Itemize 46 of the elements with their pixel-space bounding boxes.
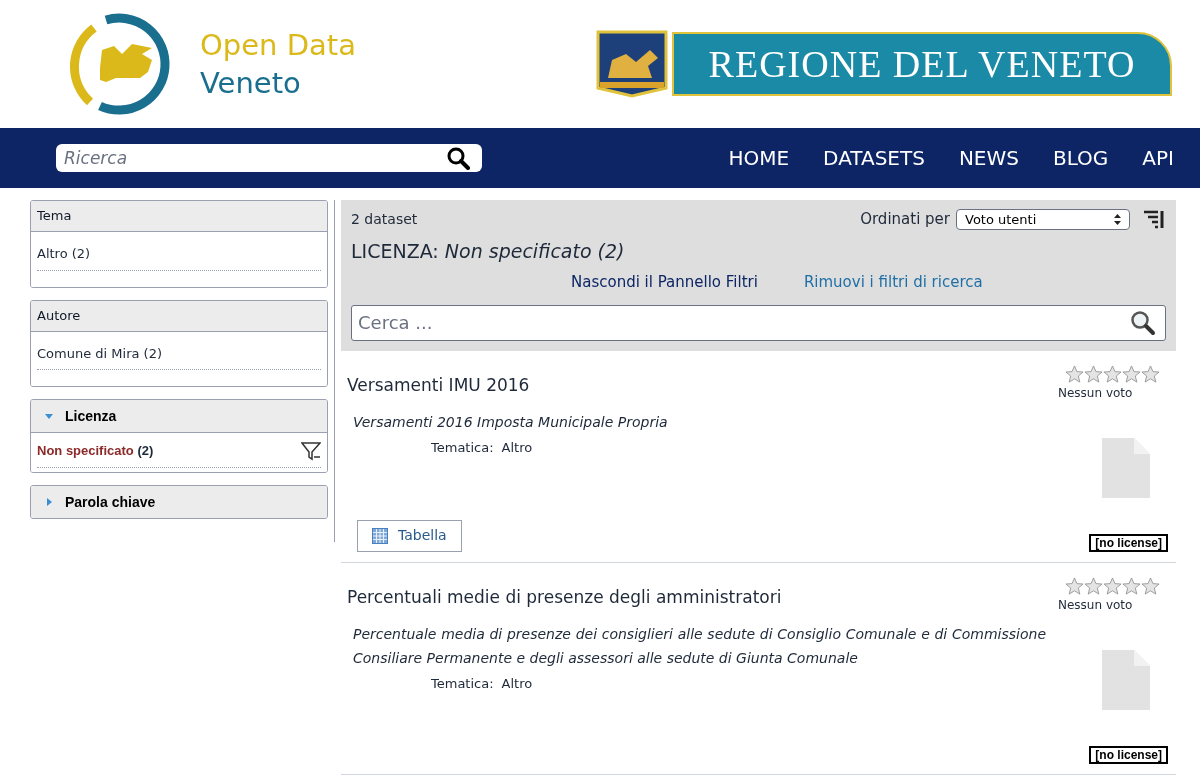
dataset-search-field[interactable]: Cerca ... (351, 304, 1166, 341)
rating-text: Nessun voto (1058, 384, 1133, 402)
filter-label: LICENZA: (351, 239, 439, 262)
dataset-title[interactable]: Versamenti IMU 2016 (347, 372, 530, 398)
filter-value: Non specificato (2) (444, 239, 625, 262)
rating-text: Nessun voto (1058, 596, 1133, 614)
caret-right-icon[interactable] (45, 498, 53, 506)
result-count: 2 dataset (351, 209, 418, 229)
caret-down-icon[interactable] (45, 412, 53, 420)
table-icon (372, 527, 388, 544)
theme-value: Altro (501, 439, 533, 457)
filter-icon[interactable] (301, 441, 321, 461)
dropdown-arrows-icon (1114, 213, 1121, 225)
search-field[interactable]: Ricerca (56, 144, 482, 172)
theme-label: Tematica: (431, 675, 494, 693)
document-icon (1102, 437, 1150, 498)
region-banner: REGIONE DEL VENETO (672, 32, 1172, 96)
sort-order-icon[interactable] (1144, 209, 1166, 230)
dataset-title[interactable]: Percentuali medie di presenze degli amministratori (347, 584, 782, 610)
nav-link[interactable]: NEWS (958, 143, 1019, 173)
theme-label: Tematica: (431, 439, 494, 457)
nav-link[interactable]: API (1142, 143, 1174, 173)
sort-label: Ordinati per (860, 209, 950, 230)
facet-title[interactable]: Licenza (65, 405, 117, 427)
search-icon[interactable] (1130, 309, 1156, 336)
dataset-description: Percentuale media di presenze dei consiglieri alle sedute di Consiglio Comunale e di Commissione Consiliare Permanente e degli assessori alle sedute di Giunta Comunale (353, 625, 1046, 668)
facet-title: Tema (37, 207, 72, 226)
facet-item[interactable]: Comune di Mira (2) (37, 343, 162, 363)
theme-value: Altro (501, 675, 533, 693)
nav-link[interactable]: HOME (728, 143, 790, 173)
brand-title: Open Data (200, 27, 356, 64)
remove-filters-link[interactable]: Rimuovi i filtri di ricerca (803, 271, 983, 294)
license-badge: [no license] (1089, 533, 1168, 552)
license-badge: [no license] (1089, 745, 1168, 764)
facet-item[interactable]: Non specificato (2) (37, 441, 154, 461)
search-icon[interactable] (446, 146, 470, 170)
document-icon (1102, 649, 1150, 710)
sort-dropdown[interactable]: Voto utenti (956, 208, 1130, 230)
nav-link[interactable]: BLOG (1052, 143, 1109, 173)
nav-link[interactable]: DATASETS (823, 143, 925, 173)
resource-button[interactable]: Tabella (357, 519, 462, 552)
facet-title: Autore (37, 306, 81, 325)
brand-subtitle: Veneto (200, 65, 302, 102)
hide-filters-link[interactable]: Nascondi il Pannello Filtri (571, 271, 758, 294)
facet-item[interactable]: Altro (2) (37, 244, 91, 264)
dataset-description: Versamenti 2016 Imposta Municipale Propria (353, 413, 669, 432)
